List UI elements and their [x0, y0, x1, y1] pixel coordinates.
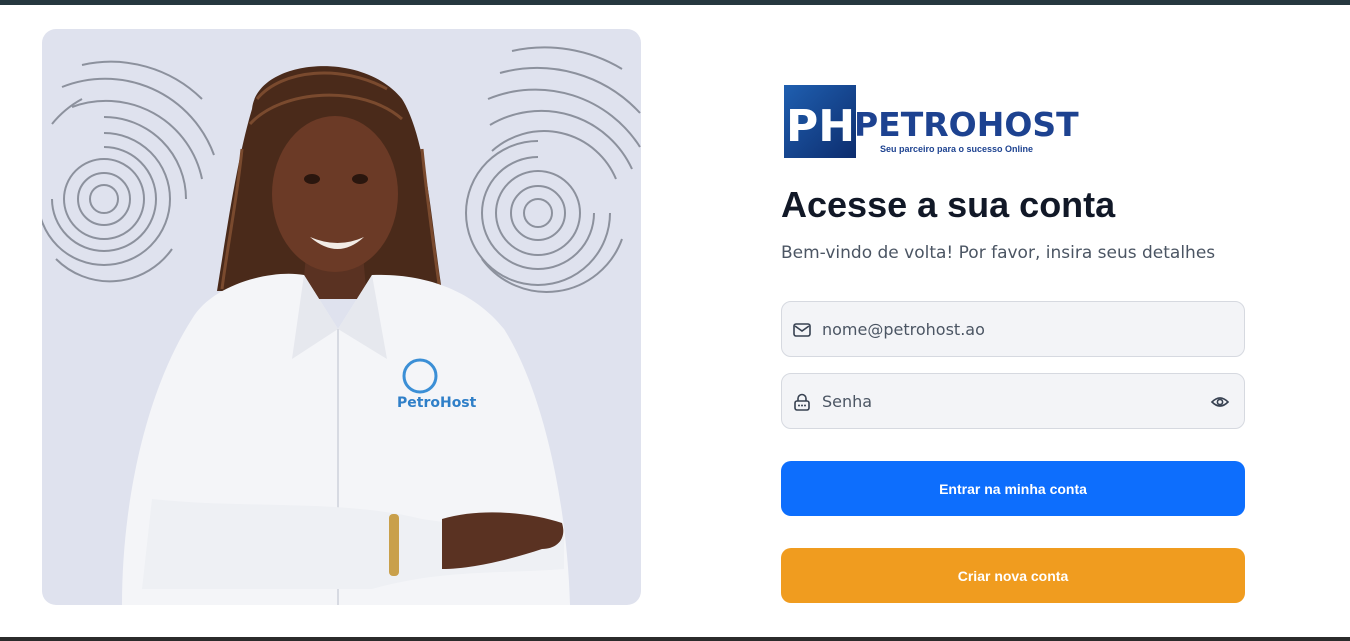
password-field[interactable] — [781, 373, 1245, 429]
brand-tagline: Seu parceiro para o sucesso Online — [880, 144, 1034, 154]
email-input[interactable] — [822, 302, 1202, 356]
password-input[interactable] — [822, 374, 1202, 428]
page-title: Acesse a sua conta — [781, 184, 1116, 225]
login-button[interactable]: Entrar na minha conta — [781, 461, 1245, 516]
brand-logo: PH PETROHOST Seu parceiro para o sucesso… — [784, 85, 1079, 159]
eye-icon[interactable] — [1210, 392, 1230, 412]
top-accent-bar — [0, 0, 1350, 5]
lock-icon — [794, 393, 810, 411]
shirt-logo-text: PetroHost — [397, 395, 477, 411]
mail-icon — [793, 323, 811, 337]
brand-mark-icon: PH — [784, 85, 856, 158]
person-photo: PetroHost — [122, 66, 570, 605]
bottom-accent-bar — [0, 637, 1350, 641]
brand-name: PETROHOST — [854, 105, 1079, 144]
create-account-button[interactable]: Criar nova conta — [781, 548, 1245, 603]
hero-image-panel: PetroHost — [42, 29, 641, 605]
svg-text:PH: PH — [786, 101, 855, 152]
page-subtitle: Bem-vindo de volta! Por favor, insira se… — [781, 243, 1216, 263]
email-field[interactable] — [781, 301, 1245, 357]
